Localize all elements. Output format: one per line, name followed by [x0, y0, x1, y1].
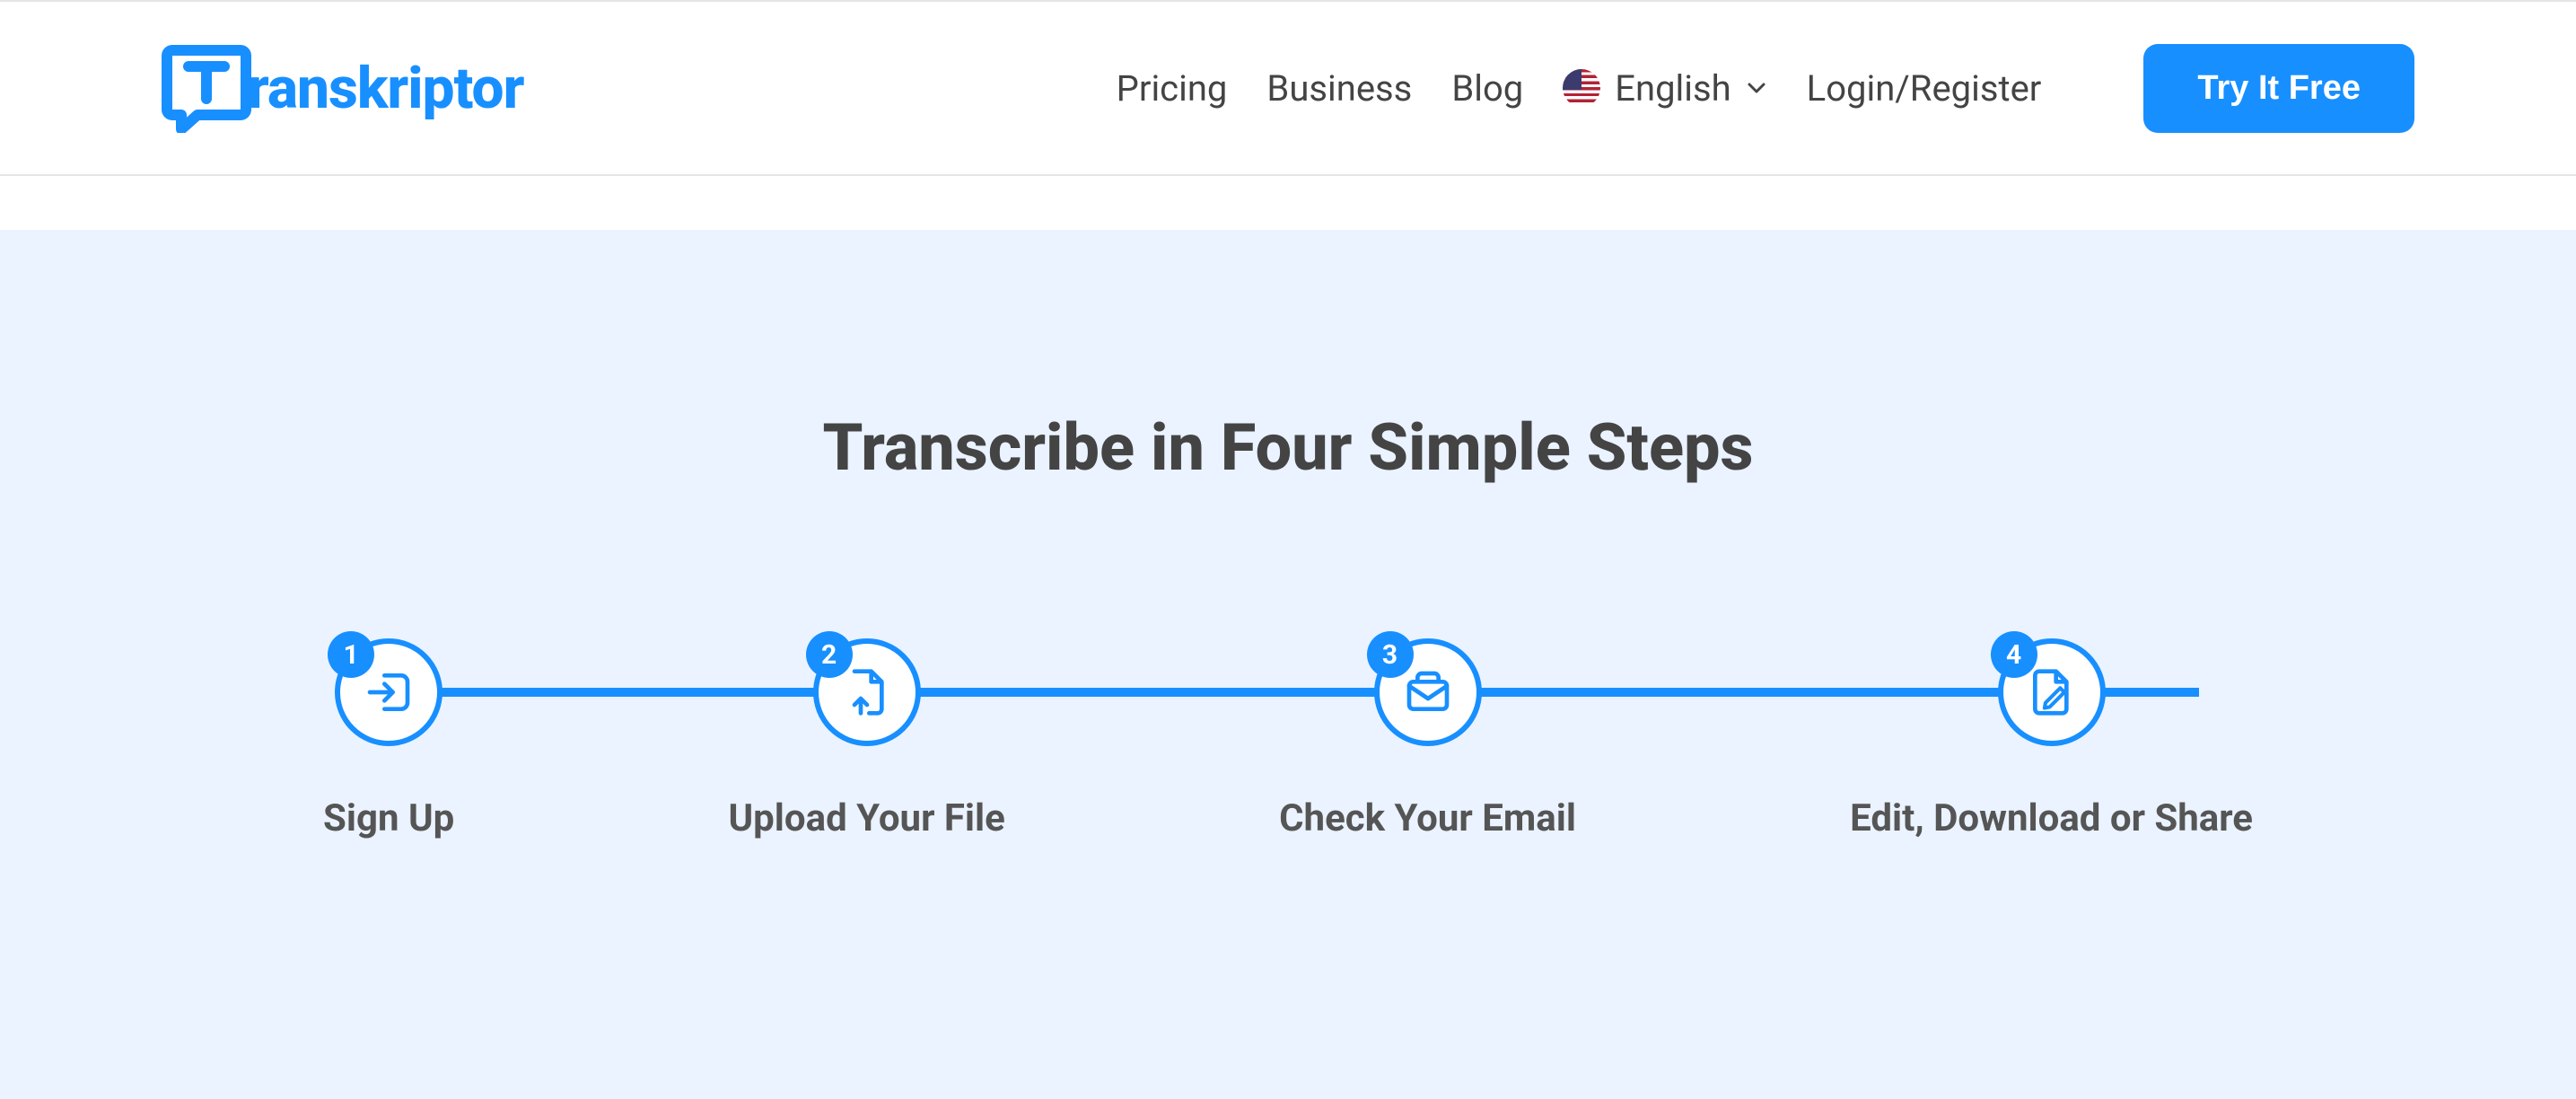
- step-number-badge: 1: [328, 631, 374, 678]
- step-label: Sign Up: [323, 796, 454, 840]
- step-circle: 3: [1374, 638, 1482, 746]
- language-selector[interactable]: English: [1563, 67, 1766, 110]
- step-3: 3 Check Your Email: [1279, 638, 1576, 840]
- step-label: Upload Your File: [728, 796, 1004, 840]
- flag-us-icon: [1563, 69, 1600, 107]
- step-4: 4 Edit, Download or Share: [1850, 638, 2253, 840]
- nav-business[interactable]: Business: [1266, 67, 1412, 110]
- step-circle: 4: [1998, 638, 2106, 746]
- mail-icon: [1403, 667, 1453, 717]
- nav-login-register[interactable]: Login/Register: [1807, 67, 2042, 110]
- site-header: ranskriptor Pricing Business Blog Englis…: [0, 0, 2576, 176]
- upload-file-icon: [842, 667, 892, 717]
- try-free-button[interactable]: Try It Free: [2143, 44, 2414, 133]
- step-number-badge: 4: [1991, 631, 2037, 678]
- edit-file-icon: [2027, 667, 2077, 717]
- steps-section: Transcribe in Four Simple Steps 1 Sign U…: [0, 230, 2576, 1099]
- step-circle: 1: [335, 638, 442, 746]
- step-label: Check Your Email: [1279, 796, 1576, 840]
- logo-mark-icon: [162, 43, 251, 133]
- chevron-down-icon: [1746, 77, 1767, 99]
- step-number-badge: 3: [1367, 631, 1414, 678]
- step-number-badge: 2: [806, 631, 853, 678]
- nav-blog[interactable]: Blog: [1451, 67, 1523, 110]
- top-nav: Pricing Business Blog English Login/Regi…: [1117, 44, 2414, 133]
- brand-logo[interactable]: ranskriptor: [162, 43, 523, 133]
- brand-name: ranskriptor: [248, 55, 523, 122]
- step-2: 2 Upload Your File: [728, 638, 1004, 840]
- login-icon: [364, 667, 414, 717]
- steps-row: 1 Sign Up 2 Upload Your File: [0, 638, 2576, 840]
- step-1: 1 Sign Up: [323, 638, 454, 840]
- language-label: English: [1615, 67, 1730, 110]
- step-label: Edit, Download or Share: [1850, 796, 2253, 840]
- nav-pricing[interactable]: Pricing: [1117, 67, 1228, 110]
- section-heading: Transcribe in Four Simple Steps: [0, 409, 2576, 486]
- steps-connector-line: [377, 688, 2199, 697]
- step-circle: 2: [813, 638, 921, 746]
